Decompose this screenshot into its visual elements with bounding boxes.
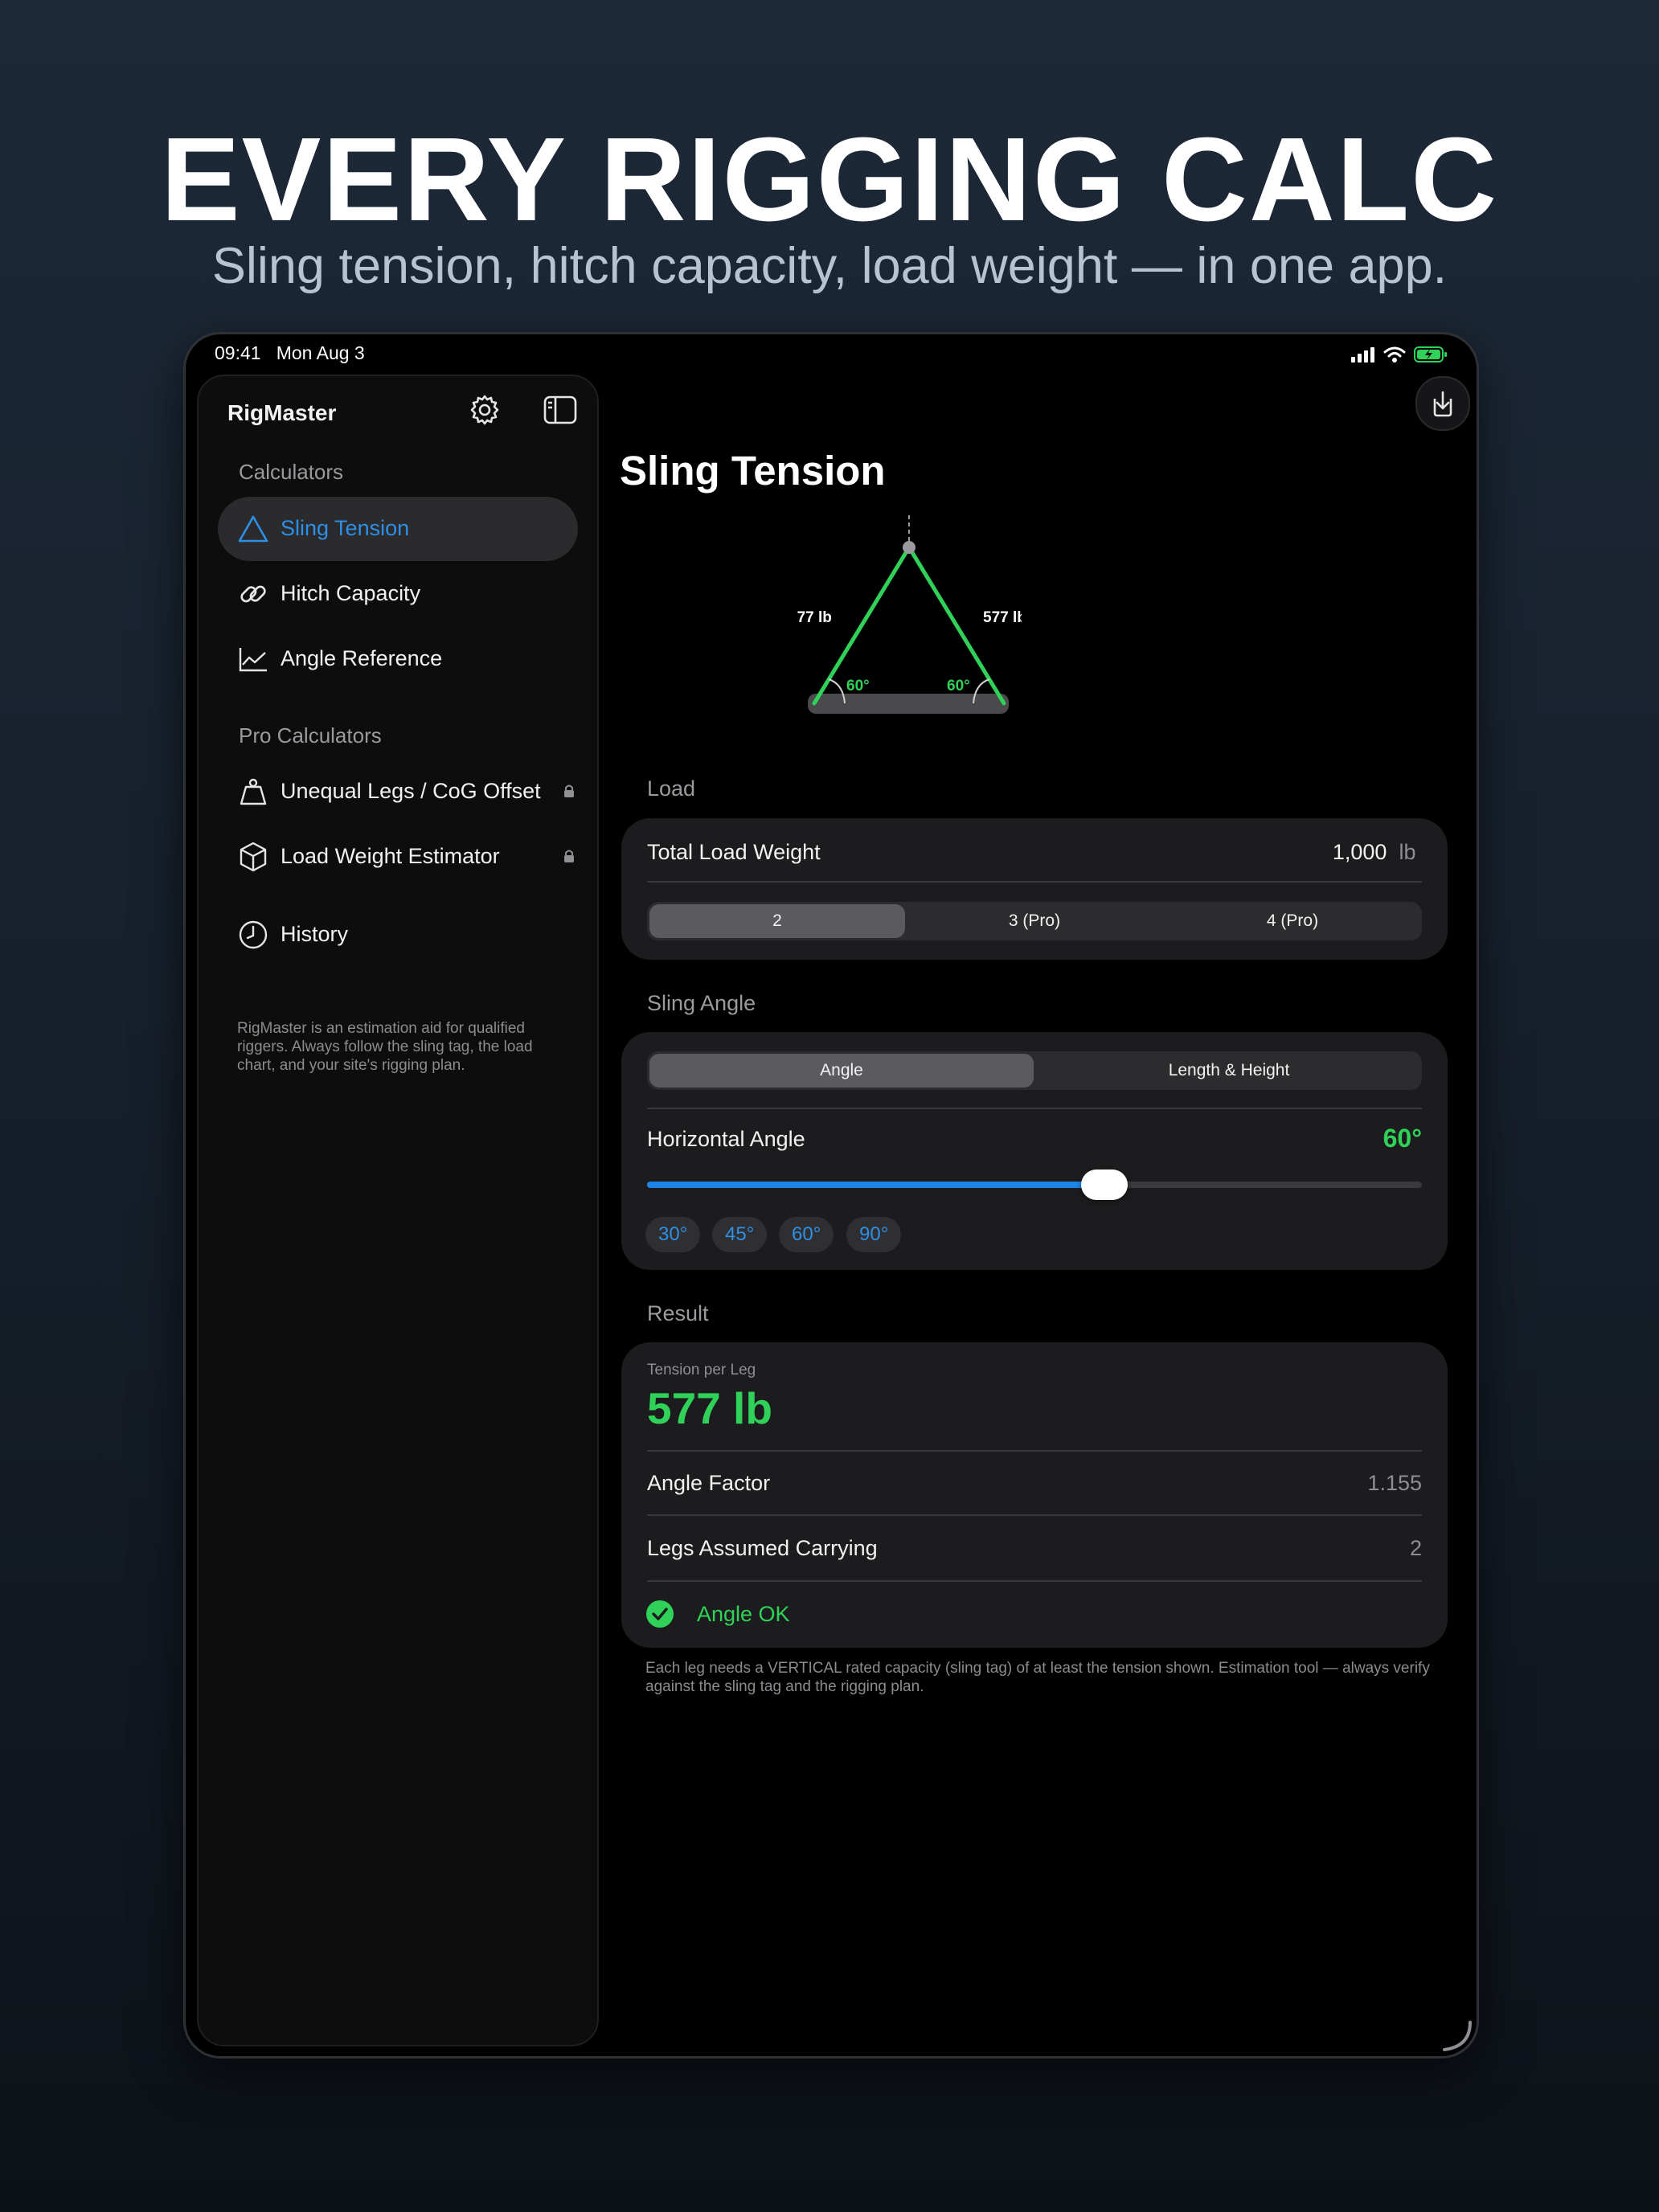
status-icons — [1351, 346, 1448, 363]
sidebar-item-label: Sling Tension — [281, 516, 410, 540]
mode-option-angle[interactable]: Angle — [649, 1054, 1034, 1088]
sidebar-item-label: Hitch Capacity — [281, 581, 421, 605]
main-content: Sling Tension 577 lb 577 lb 60° 60° Load… — [620, 375, 1477, 2056]
sidebar-item-angle-reference[interactable]: Angle Reference — [218, 627, 578, 691]
weight-icon — [240, 778, 267, 805]
legs-carrying-label: Legs Assumed Carrying — [647, 1536, 878, 1560]
app-title: RigMaster — [227, 400, 337, 425]
section-load: Load — [647, 776, 696, 801]
hook-point — [903, 541, 916, 554]
total-load-weight-label: Total Load Weight — [647, 840, 821, 864]
time-text: 09:41 — [215, 342, 261, 363]
preset-60-button[interactable]: 60° — [779, 1217, 834, 1252]
left-angle-label: 60° — [846, 678, 870, 694]
tension-caption: Tension per Leg — [647, 1362, 756, 1378]
section-result: Result — [647, 1301, 709, 1325]
download-icon — [1433, 391, 1452, 417]
legs-segmented-control: 2 3 (Pro) 4 (Pro) — [647, 902, 1422, 940]
divider — [647, 1108, 1422, 1109]
sidebar-item-hitch-capacity[interactable]: Hitch Capacity — [218, 562, 578, 626]
weight-unit: lb — [1399, 840, 1416, 864]
sidebar-item-unequal-legs[interactable]: Unequal Legs / CoG Offset — [218, 760, 578, 824]
sidebar-item-label: Angle Reference — [281, 646, 443, 670]
status-time: 09:41 Mon Aug 3 — [215, 342, 365, 364]
result-footnote: Each leg needs a VERTICAL rated capacity… — [645, 1660, 1430, 1695]
headline: EVERY RIGGING CALC — [160, 113, 1499, 246]
link-icon — [240, 585, 266, 603]
mode-option-length-height[interactable]: Length & Height — [1036, 1051, 1422, 1090]
weight-value: 1,000 — [1332, 840, 1387, 864]
legs-option-4[interactable]: 4 (Pro) — [1163, 902, 1422, 940]
subheadline: Sling tension, hitch capacity, load weig… — [211, 238, 1448, 294]
tablet-frame: 09:41 Mon Aug 3 RigMaster Calculators Sl… — [183, 332, 1479, 2058]
load-bar — [808, 694, 1009, 714]
sidebar-item-history[interactable]: History — [218, 903, 578, 967]
angle-factor-value: 1.155 — [1367, 1471, 1422, 1495]
divider — [647, 1514, 1422, 1516]
sidebar-toggle-icon[interactable] — [543, 394, 578, 426]
sidebar-disclaimer: RigMaster is an estimation aid for quali… — [237, 1020, 533, 1074]
legs-option-3[interactable]: 3 (Pro) — [906, 902, 1163, 940]
sidebar-item-load-weight-estimator[interactable]: Load Weight Estimator — [218, 825, 578, 889]
right-leg-label: 577 lb — [983, 609, 1022, 626]
legs-carrying-value: 2 — [1409, 1536, 1422, 1560]
wifi-icon — [1383, 346, 1406, 363]
divider — [647, 1450, 1422, 1452]
cube-icon — [240, 842, 267, 872]
left-leg-label: 577 lb — [797, 609, 832, 626]
signal-icon — [1351, 347, 1374, 363]
preset-30-button[interactable]: 30° — [645, 1217, 701, 1252]
preset-45-button[interactable]: 45° — [712, 1217, 768, 1252]
lock-icon — [564, 850, 574, 862]
preset-90-button[interactable]: 90° — [846, 1217, 902, 1252]
angle-factor-label: Angle Factor — [647, 1471, 771, 1495]
divider — [647, 881, 1422, 883]
divider — [647, 1580, 1422, 1582]
sidebar-item-sling-tension[interactable]: Sling Tension — [218, 497, 578, 561]
load-card: Total Load Weight 1,000 lb 2 3 (Pro) 4 (… — [621, 818, 1448, 960]
sidebar-item-label: History — [281, 922, 349, 946]
tension-value: 577 lb — [647, 1383, 772, 1433]
gear-icon[interactable] — [467, 392, 502, 428]
legs-option-2[interactable]: 2 — [649, 904, 905, 938]
sidebar-item-label: Load Weight Estimator — [281, 844, 500, 868]
angle-mode-segmented-control: Angle Length & Height — [647, 1051, 1422, 1090]
status-bar: 09:41 Mon Aug 3 — [186, 334, 1477, 375]
export-button[interactable] — [1415, 376, 1470, 431]
section-sling-angle: Sling Angle — [647, 991, 756, 1015]
right-angle-label: 60° — [947, 678, 970, 694]
angle-slider-thumb[interactable] — [1080, 1169, 1128, 1200]
result-card: Tension per Leg 577 lb Angle Factor 1.15… — [621, 1342, 1448, 1648]
sidebar: RigMaster Calculators Sling Tension Hitc… — [197, 375, 599, 2046]
angle-slider[interactable] — [647, 1169, 1422, 1200]
resize-handle-icon[interactable] — [1438, 2017, 1473, 2053]
sidebar-item-label: Unequal Legs / CoG Offset — [281, 779, 541, 803]
sling-diagram: 577 lb 577 lb 60° 60° — [797, 515, 1022, 714]
battery-charging-icon — [1414, 346, 1447, 363]
angle-slider-fill — [647, 1182, 1104, 1188]
clock-icon — [239, 920, 268, 949]
date-text: Mon Aug 3 — [276, 342, 365, 363]
page-title: Sling Tension — [620, 448, 886, 494]
angle-status-text: Angle OK — [697, 1602, 790, 1626]
total-load-weight-field[interactable]: 1,000 lb — [1333, 840, 1422, 865]
horizontal-angle-value: 60° — [1382, 1124, 1422, 1153]
section-pro-calculators: Pro Calculators — [239, 723, 382, 748]
horizontal-angle-label: Horizontal Angle — [647, 1127, 805, 1151]
chart-line-icon — [239, 648, 267, 672]
triangle-icon — [238, 515, 268, 543]
sling-angle-card: Angle Length & Height Horizontal Angle 6… — [621, 1032, 1448, 1270]
section-calculators: Calculators — [239, 460, 344, 484]
checkmark-circle-icon — [646, 1600, 674, 1628]
lock-icon — [564, 784, 574, 797]
